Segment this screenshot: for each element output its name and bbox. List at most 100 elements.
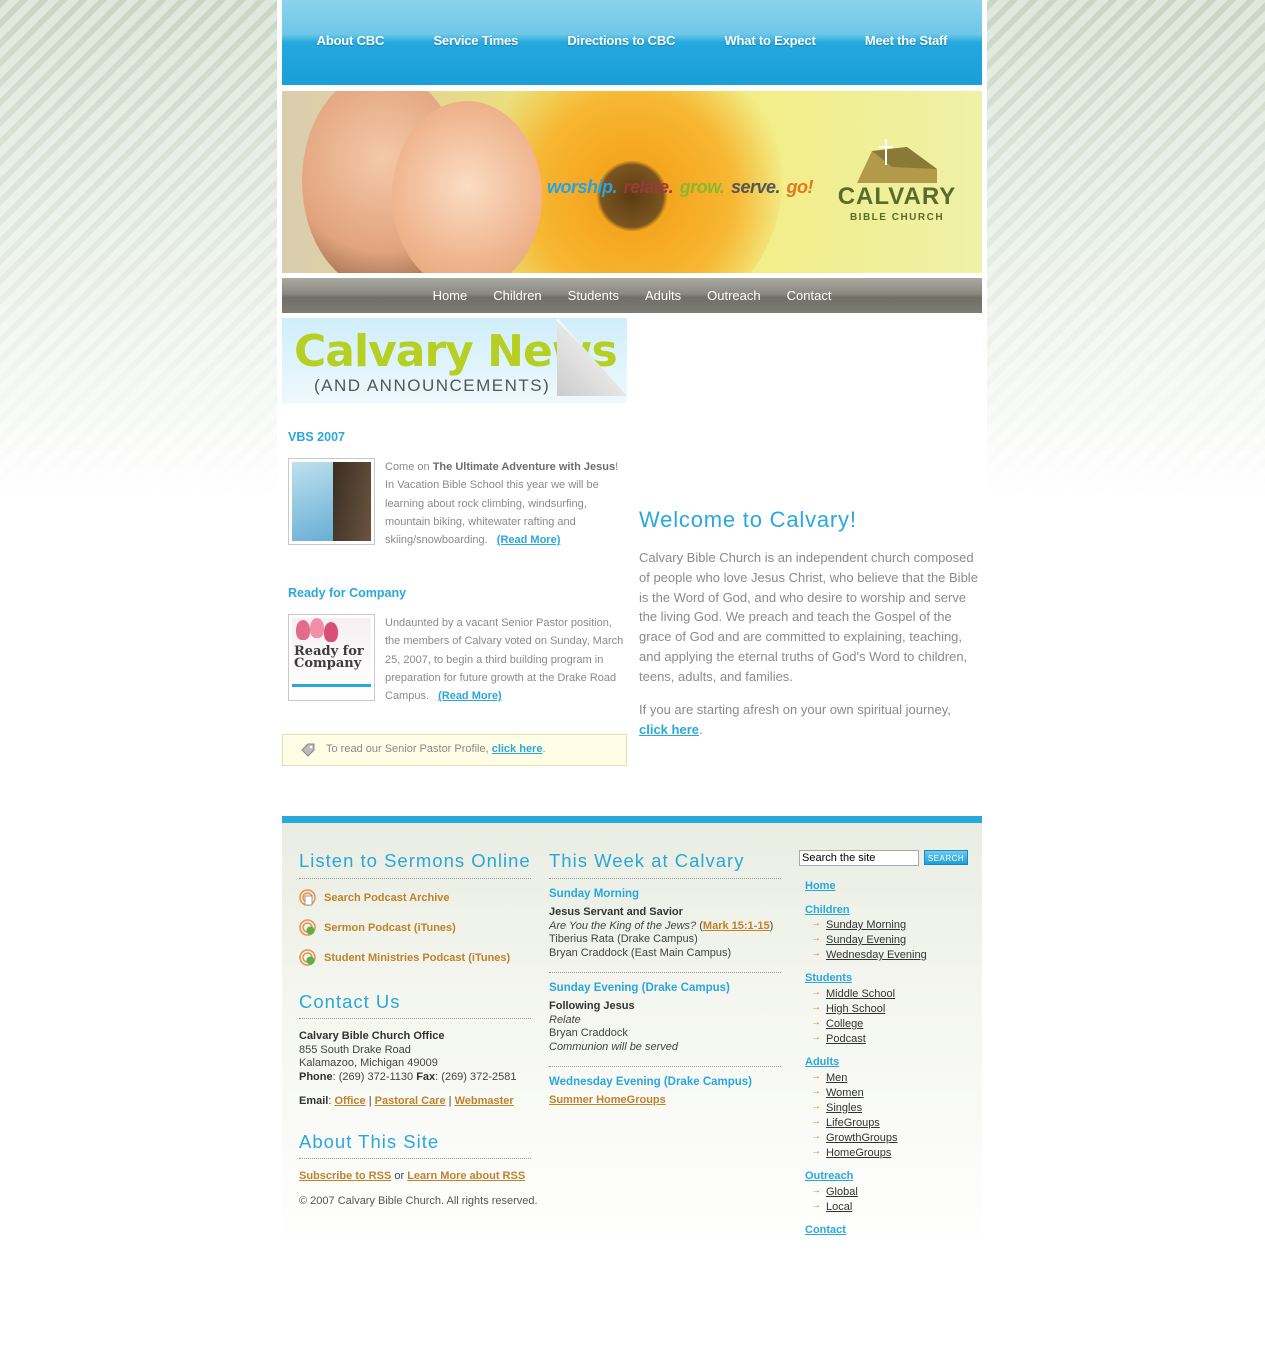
sermons-rule xyxy=(299,878,531,879)
sub-nav-contact[interactable]: Contact xyxy=(787,288,832,303)
journey-text: If you are starting afresh on your own s… xyxy=(639,702,951,717)
speaker-drake: Tiberius Rata (Drake Campus) xyxy=(549,933,698,946)
series-title: Following Jesus xyxy=(549,1000,635,1012)
email-links: Email: Office | Pastoral Care | Webmaste… xyxy=(299,1095,514,1107)
rnav-adults-women[interactable]: Women xyxy=(811,1086,864,1099)
welcome-body: Calvary Bible Church is an independent c… xyxy=(639,550,978,684)
scripture-link[interactable]: Mark 15:1-15 xyxy=(703,920,770,932)
news-title[interactable]: VBS 2007 xyxy=(288,430,628,444)
email-office-link[interactable]: Office xyxy=(334,1095,365,1107)
email-webmaster-link[interactable]: Webmaster xyxy=(455,1095,514,1107)
footer-divider xyxy=(282,816,982,823)
top-nav-service-times[interactable]: Service Times xyxy=(433,33,518,48)
paren-close: ) xyxy=(769,919,774,932)
this-week-title: This Week at Calvary xyxy=(549,850,745,871)
subscribe-rss-link[interactable]: Subscribe to RSS xyxy=(299,1170,391,1182)
rnav-contact[interactable]: Contact xyxy=(805,1224,846,1236)
rnav-home[interactable]: Home xyxy=(805,880,836,892)
sub-nav: Home Children Students Adults Outreach C… xyxy=(282,278,982,313)
sermon-podcast-link[interactable]: Sermon Podcast (iTunes) xyxy=(299,919,456,936)
rnav-students[interactable]: Students xyxy=(805,972,852,984)
paren-open: ( xyxy=(696,919,703,932)
news-body: Undaunted by a vacant Senior Pastor posi… xyxy=(385,614,625,705)
podcast-archive-link[interactable]: Search Podcast Archive xyxy=(299,889,450,906)
news-thumbnail[interactable] xyxy=(288,458,375,545)
rnav-adults-homegroups[interactable]: HomeGroups xyxy=(811,1146,892,1159)
sub-nav-children[interactable]: Children xyxy=(493,288,541,303)
rnav-students-high[interactable]: High School xyxy=(811,1002,885,1015)
profile-end: . xyxy=(542,743,546,755)
sunday-morning-heading[interactable]: Sunday Morning xyxy=(549,888,639,900)
phone-number: : (269) 372-1130 xyxy=(332,1070,417,1083)
rnav-outreach-local[interactable]: Local xyxy=(811,1200,852,1213)
tagline-grow: grow. xyxy=(679,177,725,197)
contact-title: Contact Us xyxy=(299,991,401,1012)
rnav-children[interactable]: Children xyxy=(805,904,850,916)
rnav-outreach[interactable]: Outreach xyxy=(805,1170,853,1182)
rnav-adults-growthgroups[interactable]: GrowthGroups xyxy=(811,1131,897,1144)
journey-link[interactable]: click here xyxy=(639,722,699,737)
podcast-label: Student Ministries Podcast (iTunes) xyxy=(324,952,511,964)
rnav-adults-lifegroups[interactable]: LifeGroups xyxy=(811,1116,880,1129)
profile-link[interactable]: click here xyxy=(492,743,543,755)
wednesday-heading[interactable]: Wednesday Evening (Drake Campus) xyxy=(549,1076,752,1088)
podcast-icon xyxy=(299,889,316,906)
podcast-label: Sermon Podcast (iTunes) xyxy=(324,922,456,934)
search-button[interactable]: SEARCH xyxy=(924,850,968,865)
rnav-children-sunday-morning[interactable]: Sunday Morning xyxy=(811,918,906,931)
sub-nav-adults[interactable]: Adults xyxy=(645,288,681,303)
tagline-worship: worship. xyxy=(547,177,618,197)
rnav-students-podcast[interactable]: Podcast xyxy=(811,1032,866,1045)
search-input[interactable] xyxy=(799,850,919,866)
sermon-title: Relate xyxy=(549,1013,581,1026)
about-rule xyxy=(299,1158,531,1159)
sunday-evening-heading[interactable]: Sunday Evening (Drake Campus) xyxy=(549,982,730,994)
news-text-bold: The Ultimate Adventure with Jesus xyxy=(432,461,616,473)
rnav-adults-men[interactable]: Men xyxy=(811,1071,848,1084)
read-more-link[interactable]: (Read More) xyxy=(438,690,502,702)
news-text-pre: Come on xyxy=(385,461,433,473)
top-nav-directions[interactable]: Directions to CBC xyxy=(567,33,675,48)
rnav-adults[interactable]: Adults xyxy=(805,1056,839,1068)
rnav-outreach-global[interactable]: Global xyxy=(811,1185,858,1198)
read-more-link[interactable]: (Read More) xyxy=(497,534,561,546)
news-body: Come on The Ultimate Adventure with Jesu… xyxy=(385,458,625,549)
news-header: Calvary News (AND ANNOUNCEMENTS) xyxy=(282,318,627,403)
sub-nav-students[interactable]: Students xyxy=(568,288,619,303)
learn-rss-link[interactable]: Learn More about RSS xyxy=(407,1170,525,1182)
student-podcast-link[interactable]: Student Ministries Podcast (iTunes) xyxy=(299,949,511,966)
tagline: worship. relate. grow. serve. go! xyxy=(547,177,815,198)
rnav-adults-singles[interactable]: Singles xyxy=(811,1101,862,1114)
rnav-children-wednesday[interactable]: Wednesday Evening xyxy=(811,948,927,961)
top-nav-meet-staff[interactable]: Meet the Staff xyxy=(865,33,948,48)
this-week-rule xyxy=(549,878,781,879)
sub-nav-outreach[interactable]: Outreach xyxy=(707,288,760,303)
email-pastoral-link[interactable]: Pastoral Care xyxy=(375,1095,446,1107)
journey-end: . xyxy=(699,721,703,737)
hero-banner: worship. relate. grow. serve. go! CALVAR… xyxy=(282,91,982,273)
rnav-children-sunday-evening[interactable]: Sunday Evening xyxy=(811,933,906,946)
top-nav-about[interactable]: About CBC xyxy=(317,33,385,48)
summer-homegroups-link[interactable]: Summer HomeGroups xyxy=(549,1094,666,1108)
office-name: Calvary Bible Church Office xyxy=(299,1030,445,1042)
phone-label: Phone xyxy=(299,1070,333,1083)
sub-nav-home[interactable]: Home xyxy=(433,288,468,303)
rss-or: or xyxy=(391,1170,408,1182)
news-title[interactable]: Ready for Company xyxy=(288,586,628,600)
rnav-students-college[interactable]: College xyxy=(811,1017,863,1030)
rnav-students-middle[interactable]: Middle School xyxy=(811,987,895,1000)
top-nav-what-to-expect[interactable]: What to Expect xyxy=(724,33,815,48)
speaker: Bryan Craddock xyxy=(549,1027,628,1040)
sermon-title: Are You the King of the Jews? xyxy=(549,919,697,932)
tagline-go: go! xyxy=(786,177,814,197)
podcast-icon xyxy=(299,919,316,936)
contact-rule xyxy=(299,1018,531,1019)
week-rule-1 xyxy=(549,972,781,973)
news-thumbnail[interactable]: Ready for Company xyxy=(288,614,375,701)
welcome-journey: If you are starting afresh on your own s… xyxy=(639,700,979,740)
sunday-morning-details: Jesus Servant and Savior Are You the Kin… xyxy=(549,906,773,960)
profile-text: To read our Senior Pastor Profile, xyxy=(326,743,492,755)
climber-image xyxy=(292,462,371,541)
fax-number: : (269) 372-2581 xyxy=(435,1070,517,1083)
podcast-label: Search Podcast Archive xyxy=(324,892,450,904)
